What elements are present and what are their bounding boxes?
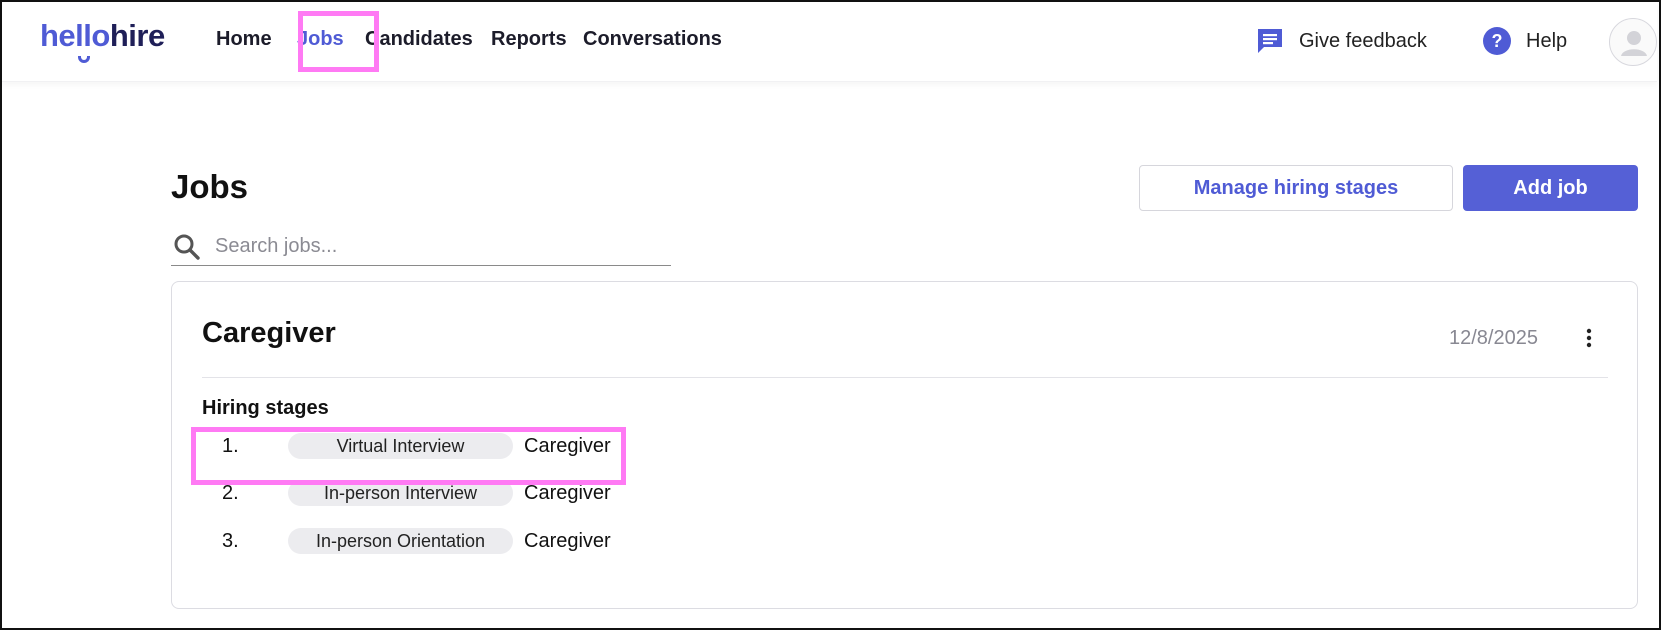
svg-text:?: ? (1492, 31, 1503, 51)
stage-role: Caregiver (524, 435, 611, 457)
manage-hiring-stages-button[interactable]: Manage hiring stages (1139, 165, 1453, 211)
logo-smile-mark (78, 56, 90, 63)
nav-jobs[interactable]: Jobs (297, 28, 344, 51)
hellohire-logo[interactable]: hellohire (40, 18, 165, 63)
nav-home[interactable]: Home (216, 28, 272, 51)
logo-hello-text: hello (40, 18, 110, 53)
logo-hire-text: hire (109, 18, 165, 53)
add-job-button[interactable]: Add job (1463, 165, 1638, 211)
job-title[interactable]: Caregiver (202, 317, 336, 350)
nav-reports[interactable]: Reports (491, 28, 567, 51)
kebab-icon[interactable] (1576, 324, 1602, 352)
stage-role: Caregiver (524, 482, 611, 504)
stage-chip: In-person Interview (288, 480, 513, 506)
help-label: Help (1526, 29, 1568, 52)
stage-chip: In-person Orientation (288, 528, 513, 554)
job-card: Caregiver 12/8/2025 Hiring stages 1. Vir… (171, 281, 1638, 609)
give-feedback-label: Give feedback (1299, 29, 1427, 52)
help-button[interactable]: ? Help (1482, 26, 1567, 56)
user-avatar-icon[interactable] (1609, 18, 1657, 66)
stage-number: 3. (222, 530, 239, 552)
stage-chip: Virtual Interview (288, 433, 513, 459)
page-title: Jobs (171, 168, 249, 205)
search-input[interactable] (215, 231, 665, 261)
stage-role: Caregiver (524, 530, 611, 552)
card-divider (202, 377, 1608, 378)
hiring-stage-row[interactable]: 2. In-person Interview Caregiver (202, 478, 611, 508)
hiring-stage-row[interactable]: 3. In-person Orientation Caregiver (202, 526, 611, 556)
nav-conversations[interactable]: Conversations (583, 28, 722, 51)
job-date: 12/8/2025 (1449, 327, 1538, 349)
top-nav-bar: hellohire Home Jobs Candidates Reports C… (2, 2, 1657, 82)
search-icon (173, 233, 201, 266)
hiring-stage-row[interactable]: 1. Virtual Interview Caregiver (202, 431, 611, 461)
stage-number: 1. (222, 435, 239, 457)
question-circle-icon: ? (1482, 26, 1512, 56)
stage-number: 2. (222, 482, 239, 504)
give-feedback-button[interactable]: Give feedback (1255, 26, 1427, 56)
chat-icon (1255, 26, 1285, 56)
search-bar (171, 228, 671, 266)
hiring-stages-label: Hiring stages (202, 397, 329, 419)
nav-candidates[interactable]: Candidates (365, 28, 473, 51)
